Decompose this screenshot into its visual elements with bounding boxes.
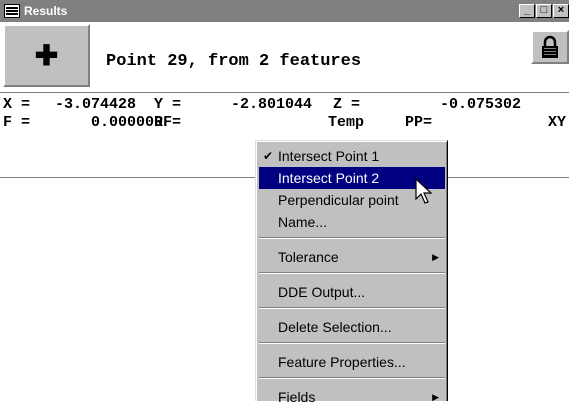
menu-item-label: Name...	[278, 214, 328, 230]
z-label: Z =	[333, 96, 361, 113]
menu-item-fields[interactable]: Fields ▶	[259, 386, 445, 408]
menu-item-dde-output[interactable]: DDE Output...	[259, 281, 445, 303]
crosshair-plus-icon: ✚	[34, 40, 59, 71]
menu-separator	[259, 377, 445, 379]
submenu-arrow-icon: ▶	[432, 392, 439, 402]
menu-item-feature-properties[interactable]: Feature Properties...	[259, 351, 445, 373]
f-value: 0.000000	[91, 114, 164, 131]
menu-separator	[259, 272, 445, 274]
minimize-button[interactable]: _	[519, 4, 535, 18]
menu-item-label: Fields	[278, 389, 316, 405]
y-value: -2.801044	[231, 96, 313, 113]
window-title: Results	[24, 4, 68, 18]
menu-item-intersect-point-1[interactable]: ✔ Intersect Point 1	[259, 145, 445, 167]
point-title: Point 29, from 2 features	[106, 52, 362, 71]
menu-separator	[259, 307, 445, 309]
menu-item-tolerance[interactable]: Tolerance ▶	[259, 246, 445, 268]
readout-row-f: F = 0.000000 RF= Temp PP= XY	[3, 114, 566, 250]
menu-item-label: Delete Selection...	[278, 319, 392, 335]
pp-label: PP=	[405, 114, 433, 131]
menu-item-delete-selection[interactable]: Delete Selection...	[259, 316, 445, 338]
close-button[interactable]: ×	[553, 4, 569, 18]
x-value: -3.074428	[55, 96, 137, 113]
lock-button[interactable]	[531, 30, 569, 64]
menu-item-label: Feature Properties...	[278, 354, 406, 370]
table-grid-icon	[4, 4, 20, 18]
menu-item-label: Perpendicular point	[278, 192, 399, 208]
point-type-button[interactable]: ✚	[3, 24, 90, 87]
rf-value: Temp	[328, 114, 365, 131]
x-label: X =	[3, 96, 31, 113]
menu-item-name[interactable]: Name...	[259, 211, 445, 233]
menu-item-label: DDE Output...	[278, 284, 366, 300]
menu-separator	[259, 342, 445, 344]
mouse-pointer-icon	[415, 178, 433, 204]
checkmark-icon: ✔	[263, 149, 274, 163]
menu-separator	[259, 237, 445, 239]
padlock-icon	[542, 35, 558, 58]
title-bar[interactable]: Results _ □ ×	[0, 0, 569, 22]
menu-item-label: Tolerance	[278, 249, 339, 265]
menu-item-label: Intersect Point 1	[278, 148, 380, 164]
pp-value: XY	[548, 114, 567, 131]
y-label: Y =	[154, 96, 182, 113]
submenu-arrow-icon: ▶	[432, 252, 439, 262]
z-value: -0.075302	[440, 96, 522, 113]
rf-label: RF=	[154, 114, 182, 131]
maximize-button[interactable]: □	[536, 4, 552, 18]
menu-item-label: Intersect Point 2	[278, 170, 380, 186]
f-label: F =	[3, 114, 31, 131]
